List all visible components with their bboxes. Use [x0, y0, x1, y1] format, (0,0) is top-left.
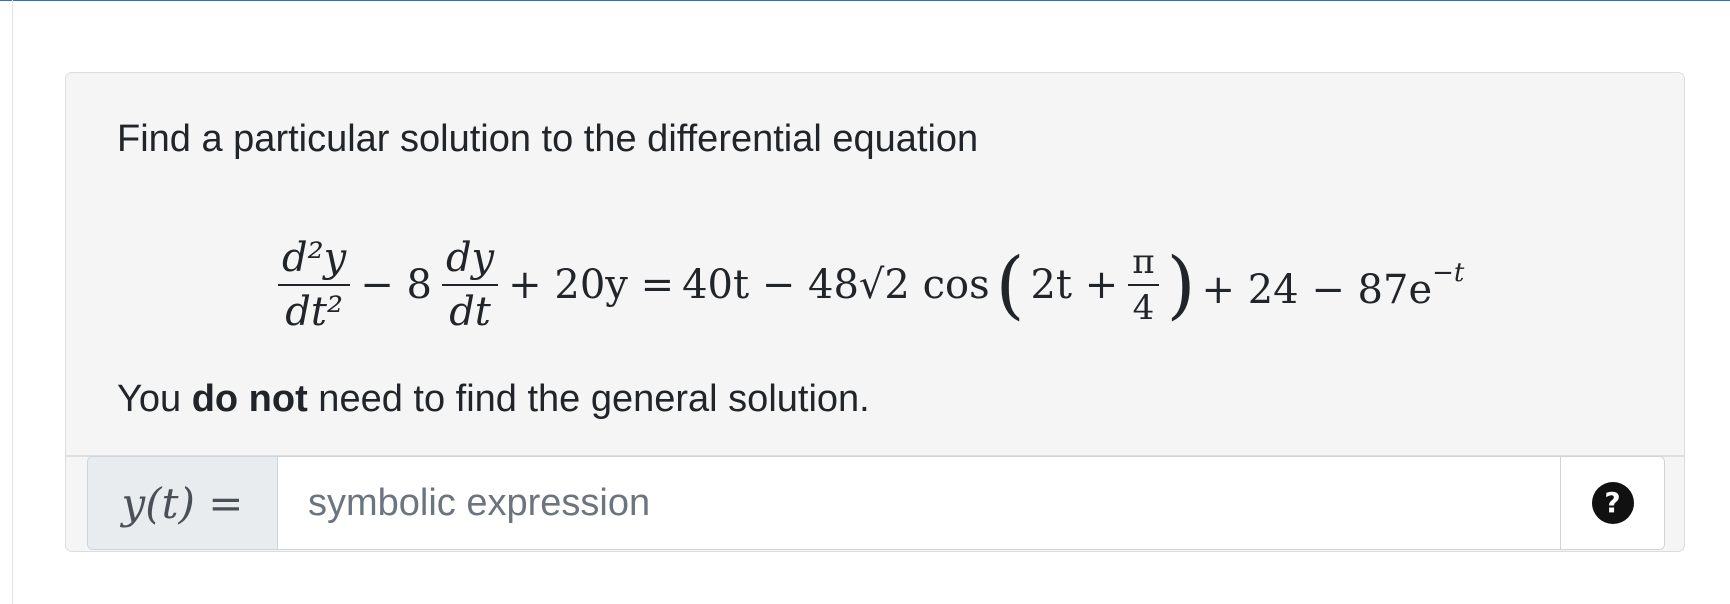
followup-bold: do not — [191, 378, 308, 420]
equation-term-text: + 24 − 87e — [1201, 266, 1433, 313]
fraction-denominator: 4 — [1132, 288, 1155, 328]
fraction-bar — [278, 284, 351, 286]
fraction-numerator: d²y — [282, 235, 347, 281]
help-button[interactable]: ? — [1560, 457, 1664, 549]
fraction-numerator: dy — [445, 235, 495, 281]
fraction-numerator: π — [1132, 242, 1155, 282]
question-body: Find a particular solution to the differ… — [66, 73, 1684, 455]
question-prompt: Find a particular solution to the differ… — [117, 118, 979, 160]
fraction-denominator: dt — [449, 289, 491, 335]
right-paren: ) — [1166, 242, 1196, 328]
equation-term: + 24 − 87e−t — [1197, 258, 1468, 313]
fraction-bar — [1128, 284, 1159, 286]
pi-over-4-fraction: π 4 — [1128, 242, 1159, 328]
second-derivative-fraction: d²y dt² — [278, 235, 351, 335]
equation-term: − 8 — [360, 262, 432, 308]
first-derivative-fraction: dy dt — [441, 235, 499, 335]
left-paren: ( — [995, 242, 1025, 328]
followup-text: You do not need to find the general solu… — [117, 375, 870, 423]
followup-post: need to find the general solution. — [307, 378, 870, 420]
fraction-denominator: dt² — [285, 289, 343, 335]
followup-pre: You — [117, 378, 192, 420]
differential-equation: d²y dt² − 8 dy dt + 20y = 40t − 48√2 cos… — [272, 215, 1468, 355]
exponent: −t — [1432, 257, 1465, 288]
question-circle-icon[interactable]: ? — [1591, 482, 1634, 524]
question-card: Find a particular solution to the differ… — [65, 72, 1685, 552]
equation-term: 2t + — [1030, 262, 1119, 308]
fraction-bar — [441, 284, 499, 286]
page: Find a particular solution to the differ… — [0, 0, 1730, 604]
answer-input-group: y(t) = ? — [87, 456, 1665, 550]
answer-input[interactable] — [278, 457, 1560, 549]
equation-term: 40t − 48√2 cos — [682, 262, 990, 308]
left-divider — [12, 0, 13, 604]
answer-prefix-label: y(t) = — [88, 457, 278, 549]
equation-term: + 20y = — [508, 262, 675, 308]
top-accent-rule — [0, 0, 1730, 1]
